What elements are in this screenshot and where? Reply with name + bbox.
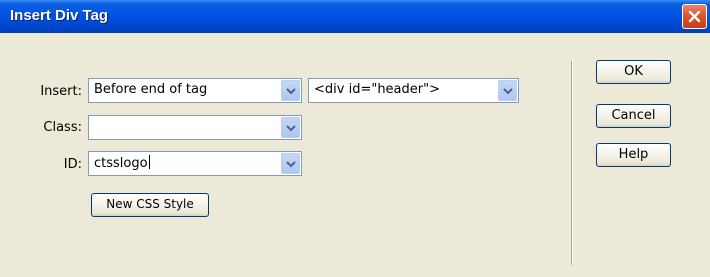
close-button[interactable]	[682, 4, 707, 29]
dialog-title: Insert Div Tag	[10, 7, 109, 24]
new-css-style-button[interactable]: New CSS Style	[91, 193, 209, 217]
help-button[interactable]: Help	[596, 143, 671, 167]
chevron-down-icon	[286, 88, 296, 95]
id-label: ID:	[63, 157, 82, 172]
id-value: ctsslogo	[94, 155, 150, 171]
insert-dropdown-button[interactable]	[281, 80, 300, 101]
chevron-down-icon	[286, 125, 296, 132]
id-dropdown-button[interactable]	[281, 153, 300, 174]
ok-button[interactable]: OK	[596, 60, 671, 84]
insert-position-select[interactable]: Before end of tag	[88, 78, 302, 103]
close-icon	[688, 10, 701, 23]
chevron-down-icon	[286, 161, 296, 168]
insert-label: Insert:	[40, 84, 82, 99]
dialog-body: Insert: Before end of tag <div id="heade…	[0, 33, 710, 277]
target-tag-select[interactable]: <div id="header">	[308, 78, 519, 103]
text-cursor	[148, 155, 150, 169]
id-combo-input[interactable]: ctsslogo	[88, 151, 302, 176]
title-bar[interactable]: Insert Div Tag	[0, 0, 710, 33]
cancel-button[interactable]: Cancel	[596, 104, 671, 128]
target-tag-value: <div id="header">	[314, 82, 440, 97]
target-tag-dropdown-button[interactable]	[498, 80, 517, 101]
insert-position-value: Before end of tag	[94, 82, 208, 97]
insert-div-tag-dialog: Insert Div Tag Insert: Before end of tag…	[0, 0, 710, 277]
chevron-down-icon	[503, 88, 513, 95]
button-separator	[571, 61, 573, 265]
class-dropdown-button[interactable]	[281, 117, 300, 138]
class-label: Class:	[43, 120, 82, 135]
id-value-text: ctsslogo	[94, 156, 148, 171]
class-select[interactable]	[88, 115, 302, 140]
